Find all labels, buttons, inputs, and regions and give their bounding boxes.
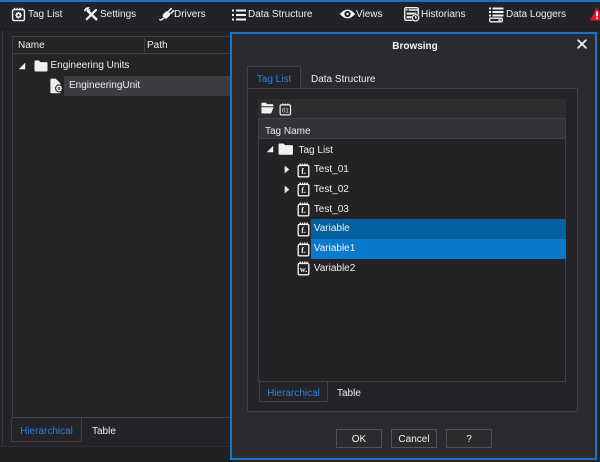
- svg-text:f.: f.: [301, 226, 306, 235]
- svg-text:w.: w.: [299, 265, 306, 274]
- svg-text:01: 01: [282, 109, 289, 115]
- svg-text:f.: f.: [301, 246, 306, 255]
- svg-text:f.: f.: [301, 167, 306, 176]
- svg-text:f.: f.: [301, 186, 306, 195]
- svg-text:f.: f.: [301, 206, 306, 215]
